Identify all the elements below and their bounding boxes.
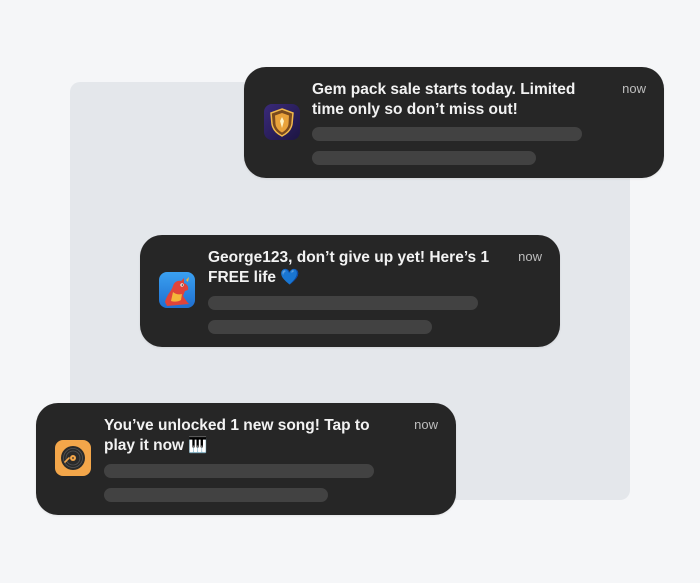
placeholder-bar (312, 151, 536, 165)
notification-new-song[interactable]: You’ve unlocked 1 new song! Tap to play … (36, 403, 456, 515)
notification-gem-pack[interactable]: Gem pack sale starts today. Limited time… (244, 67, 664, 178)
notification-free-life[interactable]: George123, don’t give up yet! Here’s 1 F… (140, 235, 560, 347)
placeholder-bar (208, 320, 432, 334)
notification-title-line-1: Gem pack sale starts today. Limited (312, 81, 576, 98)
notification-title-line-1: George123, don’t give up yet! Here’s 1 (208, 249, 490, 266)
placeholder-bar (104, 464, 374, 478)
notification-title-line-2: time only so don’t miss out! (312, 101, 518, 118)
notification-time: now (622, 81, 646, 96)
notification-time: now (414, 417, 438, 432)
placeholder-bar (104, 488, 328, 502)
dragon-game-icon (159, 272, 195, 308)
shield-game-icon (264, 104, 300, 140)
notification-title-line-1: You’ve unlocked 1 new song! Tap to (104, 417, 370, 434)
notification-time: now (518, 249, 542, 264)
placeholder-bar (208, 296, 478, 310)
notification-title-line-2: FREE life 💙 (208, 269, 300, 286)
placeholder-bar (312, 127, 582, 141)
notification-title-line-2: play it now 🎹 (104, 437, 208, 454)
vinyl-record-icon (55, 440, 91, 476)
